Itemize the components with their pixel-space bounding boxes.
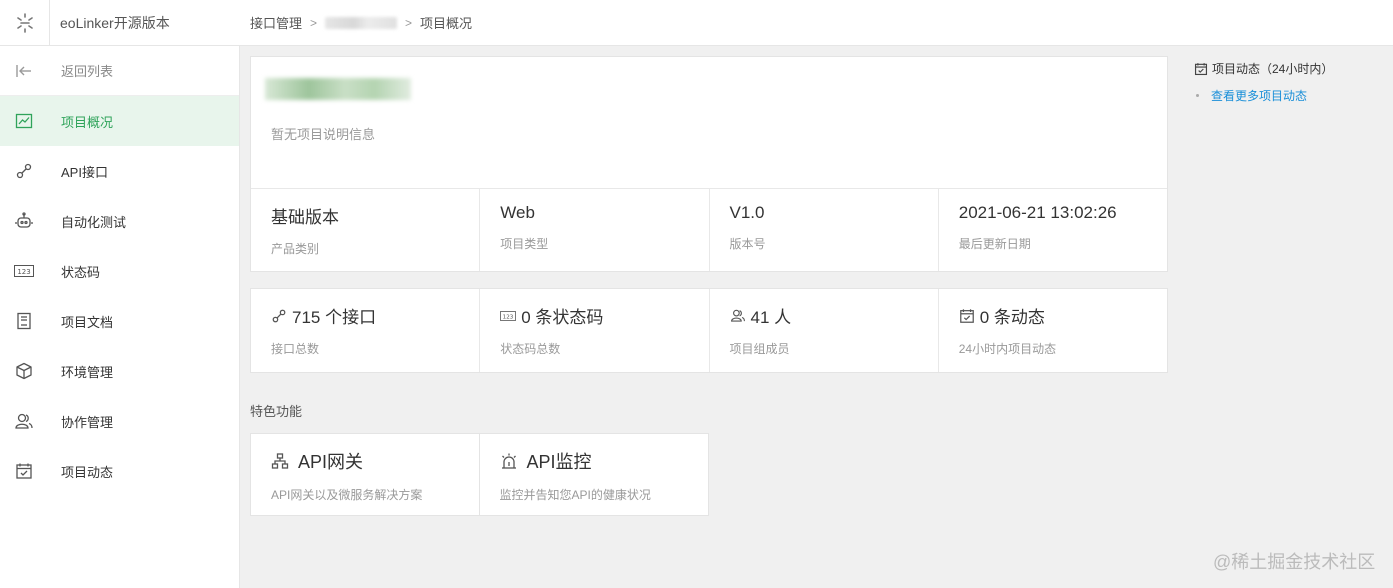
top-bar: eoLinker开源版本 接口管理 > > 项目概况 xyxy=(0,0,1393,46)
project-stats-row: 715 个接口 接口总数 123 0 条状态码 状态码总数 41 人 项目组成员… xyxy=(251,289,1167,372)
stat-api-count[interactable]: 715 个接口 接口总数 xyxy=(251,289,481,372)
robot-icon xyxy=(14,211,34,231)
stat-label: 24小时内项目动态 xyxy=(958,342,1057,356)
stat-value: 0 条状态码 xyxy=(521,308,604,327)
info-label: 最后更新日期 xyxy=(958,237,1031,251)
svg-text:123: 123 xyxy=(503,314,514,320)
main-content: 暂无项目说明信息 基础版本 产品类别 Web 项目类型 V1.0 版本号 202… xyxy=(250,56,1168,516)
info-value: Web xyxy=(500,203,535,222)
calendar-check-icon xyxy=(1194,62,1208,76)
project-name-blurred xyxy=(265,78,411,100)
back-to-list-label: 返回列表 xyxy=(61,64,114,79)
info-product-type: 基础版本 产品类别 xyxy=(251,189,481,271)
feature-api-gateway[interactable]: API网关 API网关以及微服务解决方案 xyxy=(250,433,480,516)
code-123-icon: 123 xyxy=(14,261,34,281)
users-icon xyxy=(14,411,34,431)
breadcrumb: 接口管理 > > 项目概况 xyxy=(240,13,472,32)
project-info-card: 暂无项目说明信息 基础版本 产品类别 Web 项目类型 V1.0 版本号 202… xyxy=(250,56,1168,272)
stat-label: 接口总数 xyxy=(271,342,320,356)
stat-value: 41 人 xyxy=(750,308,792,327)
svg-text:123: 123 xyxy=(17,268,30,276)
sidebar-item-label: 项目文档 xyxy=(61,314,114,330)
stat-value: 0 条动态 xyxy=(979,308,1045,327)
sidebar-item-label: API接口 xyxy=(61,164,108,180)
breadcrumb-current: 项目概况 xyxy=(420,16,473,31)
back-to-list-button[interactable]: 返回列表 xyxy=(0,46,239,96)
app-logo[interactable] xyxy=(0,0,50,46)
project-stats-card: 715 个接口 接口总数 123 0 条状态码 状态码总数 41 人 项目组成员… xyxy=(250,288,1168,373)
sidebar-item-label: 环境管理 xyxy=(61,364,114,380)
sidebar-item-environment[interactable]: 环境管理 xyxy=(0,346,239,396)
info-project-type: Web 项目类型 xyxy=(480,189,710,271)
info-label: 版本号 xyxy=(729,237,766,251)
sidebar-item-overview[interactable]: 项目概况 xyxy=(0,96,239,146)
app-title: eoLinker开源版本 xyxy=(60,14,170,31)
features-title: 特色功能 xyxy=(250,404,303,419)
activity-panel: 项目动态（24小时内） 查看更多项目动态 xyxy=(1180,46,1393,588)
sidebar-item-label: 项目动态 xyxy=(61,464,114,480)
sidebar-item-label: 协作管理 xyxy=(61,414,114,430)
calendar-check-icon xyxy=(959,308,975,324)
info-label: 产品类别 xyxy=(271,242,320,256)
info-version: V1.0 版本号 xyxy=(710,189,939,271)
feature-label: 监控并告知您API的健康状况 xyxy=(499,488,651,502)
watermark: @稀土掘金技术社区 xyxy=(1213,552,1376,572)
feature-api-monitor[interactable]: API监控 监控并告知您API的健康状况 xyxy=(479,433,709,516)
project-header: 暂无项目说明信息 xyxy=(251,57,1167,188)
link-icon xyxy=(271,308,287,324)
network-icon xyxy=(271,452,289,470)
chevron-right-icon: > xyxy=(310,15,318,30)
users-icon xyxy=(730,308,746,324)
link-icon xyxy=(14,161,34,181)
info-value: 2021-06-21 13:02:26 xyxy=(958,203,1117,222)
features-row: API网关 API网关以及微服务解决方案 API监控 监控并告知您API的健康状… xyxy=(250,433,709,516)
info-label: 项目类型 xyxy=(500,237,549,251)
sidebar-item-docs[interactable]: 项目文档 xyxy=(0,296,239,346)
sidebar-item-label: 项目概况 xyxy=(61,114,114,130)
feature-value: API网关 xyxy=(298,452,364,472)
sidebar-item-activity[interactable]: 项目动态 xyxy=(0,446,239,496)
cube-icon xyxy=(14,361,34,381)
trend-chart-icon xyxy=(14,111,34,131)
feature-value: API监控 xyxy=(526,452,592,472)
project-info-row: 基础版本 产品类别 Web 项目类型 V1.0 版本号 2021-06-21 1… xyxy=(251,188,1167,271)
stat-value: 715 个接口 xyxy=(292,308,377,327)
sidebar-item-label: 自动化测试 xyxy=(61,214,127,230)
breadcrumb-project-name-blurred[interactable] xyxy=(325,16,398,29)
bullet-dot xyxy=(1196,94,1199,97)
stat-activity-count[interactable]: 0 条动态 24小时内项目动态 xyxy=(939,289,1167,372)
stat-label: 状态码总数 xyxy=(500,342,561,356)
alarm-icon xyxy=(500,452,518,470)
view-more-activity-label: 查看更多项目动态 xyxy=(1211,89,1308,103)
sidebar-item-autotest[interactable]: 自动化测试 xyxy=(0,196,239,246)
stat-label: 项目组成员 xyxy=(729,342,790,356)
info-value: V1.0 xyxy=(729,203,765,222)
stat-member-count[interactable]: 41 人 项目组成员 xyxy=(710,289,939,372)
project-description: 暂无项目说明信息 xyxy=(271,127,376,142)
activity-panel-header: 项目动态（24小时内） xyxy=(1194,60,1379,77)
sidebar-item-collaboration[interactable]: 协作管理 xyxy=(0,396,239,446)
stat-status-code-count[interactable]: 123 0 条状态码 状态码总数 xyxy=(480,289,710,372)
view-more-activity-link[interactable]: 查看更多项目动态 xyxy=(1194,87,1379,104)
sidebar-item-status-code[interactable]: 123 状态码 xyxy=(0,246,239,296)
sidebar: 返回列表 项目概况 API接口 自动化测试 123 状态码 项目文档 环境管理 … xyxy=(0,46,240,588)
eolinker-logo-icon xyxy=(16,12,33,33)
calendar-check-icon xyxy=(14,461,34,481)
breadcrumb-api-management[interactable]: 接口管理 xyxy=(250,13,302,32)
arrow-left-bar-icon xyxy=(14,61,34,81)
sidebar-item-label: 状态码 xyxy=(61,264,101,280)
info-updated-date: 2021-06-21 13:02:26 最后更新日期 xyxy=(939,189,1167,271)
chevron-right-icon: > xyxy=(405,15,413,30)
activity-panel-title: 项目动态（24小时内） xyxy=(1212,62,1334,76)
info-value: 基础版本 xyxy=(271,208,339,227)
code-123-icon: 123 xyxy=(500,308,517,324)
sidebar-item-api[interactable]: API接口 xyxy=(0,146,239,196)
feature-label: API网关以及微服务解决方案 xyxy=(271,488,423,502)
document-icon xyxy=(14,311,34,331)
